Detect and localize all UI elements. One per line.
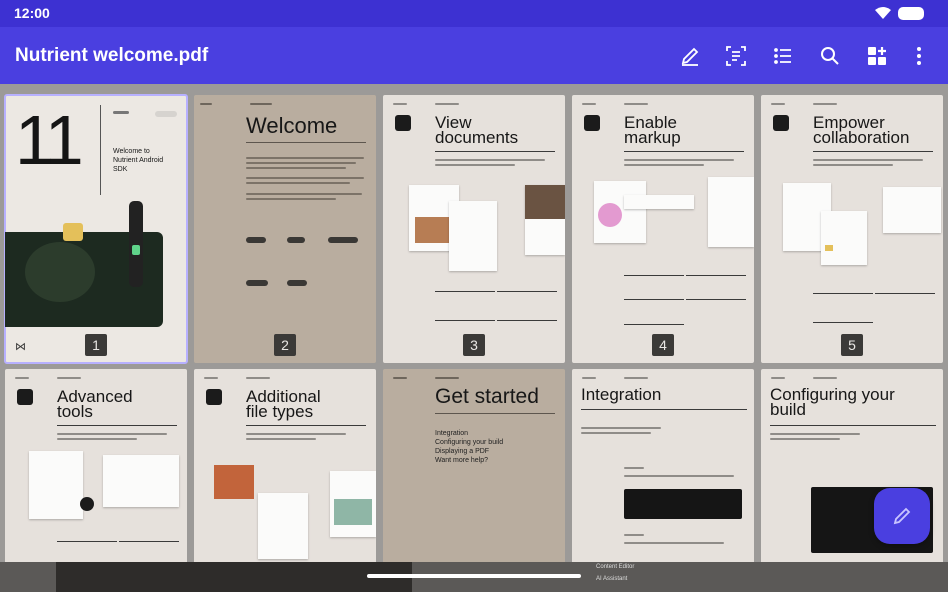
page-thumbnail-2[interactable]: Welcome 2 xyxy=(194,95,376,363)
page-number-badge: 3 xyxy=(463,334,485,356)
page-thumbnail-8[interactable]: Get started Integration Configuring your… xyxy=(383,369,565,564)
thumbnail-grid-button[interactable] xyxy=(861,40,893,72)
grid-add-icon xyxy=(868,47,886,65)
image-file-icon xyxy=(206,389,222,405)
page-2-title: Welcome xyxy=(246,113,338,138)
bottom-label-ai-assistant: AI Assistant xyxy=(596,576,628,582)
page-thumbnail-3[interactable]: View documents 3 xyxy=(383,95,565,363)
eye-icon xyxy=(395,115,411,131)
status-bar: 12:00 xyxy=(0,0,948,27)
page-number-badge: 5 xyxy=(841,334,863,356)
page-8-item-integration: Integration xyxy=(435,430,469,437)
page-number-badge: 4 xyxy=(652,334,674,356)
chat-icon xyxy=(773,115,789,131)
page-thumbnail-6[interactable]: Advanced tools xyxy=(5,369,187,564)
page-number-badge: 1 xyxy=(85,334,107,356)
pen-icon xyxy=(893,507,911,525)
page-9-title: Integration xyxy=(581,385,662,404)
page-10-title: Configuring your build xyxy=(770,385,895,419)
bottom-label-content-editor: Content Editor xyxy=(596,564,635,570)
pencil-icon xyxy=(584,115,600,131)
list-icon xyxy=(774,48,791,64)
page-5-title: Empower collaboration xyxy=(813,113,910,147)
document-title: Nutrient welcome.pdf xyxy=(15,45,209,66)
thumbnail-grid: 11 Welcome to Nutrient Android SDK ⋈ 1 W… xyxy=(0,84,948,564)
page-thumbnail-9[interactable]: Integration xyxy=(572,369,754,564)
wifi-icon xyxy=(875,7,891,19)
outline-button[interactable] xyxy=(767,40,799,72)
page-8-title: Get started xyxy=(435,385,539,408)
page-1-big-number: 11 xyxy=(15,101,84,179)
main-toolbar: Nutrient welcome.pdf xyxy=(0,27,948,84)
nutrient-logo-icon: ⋈ xyxy=(15,341,26,353)
search-button[interactable] xyxy=(814,40,846,72)
more-button[interactable] xyxy=(903,40,935,72)
page-number-badge: 2 xyxy=(274,334,296,356)
battery-icon xyxy=(898,7,924,20)
more-vertical-icon xyxy=(917,47,921,65)
page-3-title: View documents xyxy=(435,113,519,147)
page-4-title: Enable markup xyxy=(624,113,681,147)
page-1-title: Welcome to Nutrient Android SDK xyxy=(113,148,164,173)
page-8-item-help: Want more help? xyxy=(435,457,489,464)
plus-icon xyxy=(17,389,33,405)
status-time: 12:00 xyxy=(14,5,50,21)
document-scan-icon xyxy=(726,46,746,66)
page-thumbnail-1[interactable]: 11 Welcome to Nutrient Android SDK ⋈ 1 xyxy=(4,94,188,364)
edit-fab-button[interactable] xyxy=(874,488,930,544)
page-6-title: Advanced tools xyxy=(57,387,133,421)
page-8-item-configuring: Configuring your build xyxy=(435,439,504,446)
pen-icon xyxy=(681,47,699,66)
page-thumbnail-4[interactable]: Enable markup 4 xyxy=(572,95,754,363)
search-icon xyxy=(821,47,839,65)
page-thumbnail-7[interactable]: Additional file types xyxy=(194,369,376,564)
page-8-item-displaying: Displaying a PDF xyxy=(435,448,490,455)
document-info-button[interactable] xyxy=(720,40,752,72)
gesture-handle[interactable] xyxy=(367,574,581,578)
annotate-button[interactable] xyxy=(674,40,706,72)
page-thumbnail-5[interactable]: Empower collaboration 5 xyxy=(761,95,943,363)
page-7-title: Additional file types xyxy=(246,387,321,421)
